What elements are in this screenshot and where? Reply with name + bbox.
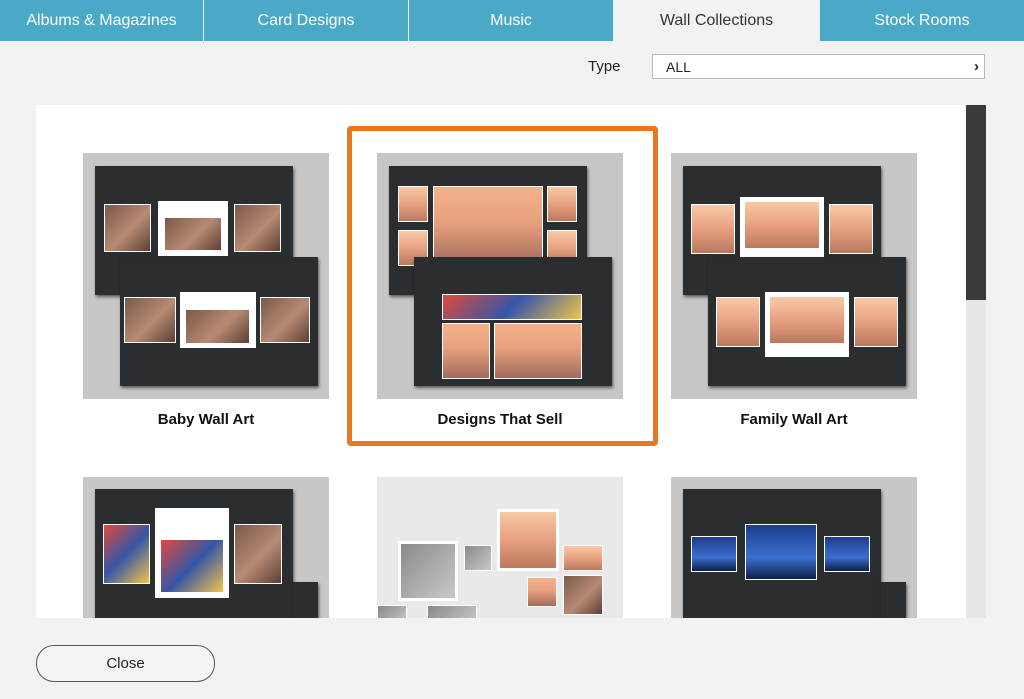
collection-card-family-wall-art[interactable]: Family Wall Art bbox=[671, 153, 917, 433]
collection-title: Baby Wall Art bbox=[157, 411, 255, 428]
photo bbox=[104, 204, 151, 252]
collection-title: Family Wall Art bbox=[740, 411, 848, 428]
photo bbox=[427, 605, 477, 618]
adventure-card bbox=[155, 508, 229, 598]
tab-music[interactable]: Music bbox=[409, 0, 614, 41]
photo bbox=[124, 297, 176, 343]
type-select-value: ALL bbox=[666, 58, 691, 75]
photo bbox=[260, 297, 310, 343]
collection-card[interactable] bbox=[83, 477, 329, 618]
welcome-card bbox=[180, 292, 256, 348]
type-filter-label: Type bbox=[588, 58, 621, 75]
wall-board bbox=[293, 582, 318, 618]
collection-card-baby-wall-art[interactable]: Baby Wall Art bbox=[83, 153, 329, 433]
tab-bar: Albums & Magazines Card Designs Music Wa… bbox=[0, 0, 1024, 41]
collection-thumbnail bbox=[671, 153, 917, 399]
wall-board bbox=[120, 257, 318, 386]
tab-card-designs[interactable]: Card Designs bbox=[204, 0, 409, 41]
photo bbox=[691, 536, 737, 572]
chevron-right-icon: › bbox=[974, 58, 979, 75]
wall-board bbox=[881, 582, 906, 618]
photo bbox=[854, 297, 898, 347]
family-card bbox=[765, 292, 849, 357]
collection-thumbnail bbox=[377, 477, 623, 618]
collection-card[interactable] bbox=[377, 477, 623, 618]
tab-wall-collections[interactable]: Wall Collections bbox=[614, 0, 820, 41]
photo bbox=[377, 605, 407, 618]
photo bbox=[745, 524, 817, 580]
collection-thumbnail bbox=[671, 477, 917, 618]
wall-board bbox=[683, 489, 881, 618]
scrollbar[interactable] bbox=[966, 105, 986, 618]
photo bbox=[563, 545, 603, 571]
wall-board bbox=[708, 257, 906, 386]
wall-board bbox=[95, 489, 293, 618]
photo bbox=[497, 509, 559, 571]
selection-highlight bbox=[347, 126, 658, 446]
collection-thumbnail bbox=[83, 153, 329, 399]
photo bbox=[234, 524, 282, 584]
close-button[interactable]: Close bbox=[36, 645, 215, 682]
photo bbox=[527, 577, 557, 607]
tab-albums-magazines[interactable]: Albums & Magazines bbox=[0, 0, 204, 41]
photo bbox=[829, 204, 873, 254]
type-select[interactable]: ALL › bbox=[652, 54, 985, 79]
photo bbox=[716, 297, 760, 347]
scrollbar-thumb[interactable] bbox=[966, 105, 986, 300]
collection-card[interactable] bbox=[671, 477, 917, 618]
family-card bbox=[740, 197, 824, 262]
collection-thumbnail bbox=[83, 477, 329, 618]
tab-stock-rooms[interactable]: Stock Rooms bbox=[820, 0, 1024, 41]
photo bbox=[824, 536, 870, 572]
photo bbox=[464, 545, 492, 571]
photo bbox=[234, 204, 281, 252]
photo bbox=[691, 204, 735, 254]
photo bbox=[398, 541, 458, 601]
photo bbox=[563, 575, 603, 615]
photo bbox=[103, 524, 150, 584]
welcome-card bbox=[158, 201, 228, 256]
